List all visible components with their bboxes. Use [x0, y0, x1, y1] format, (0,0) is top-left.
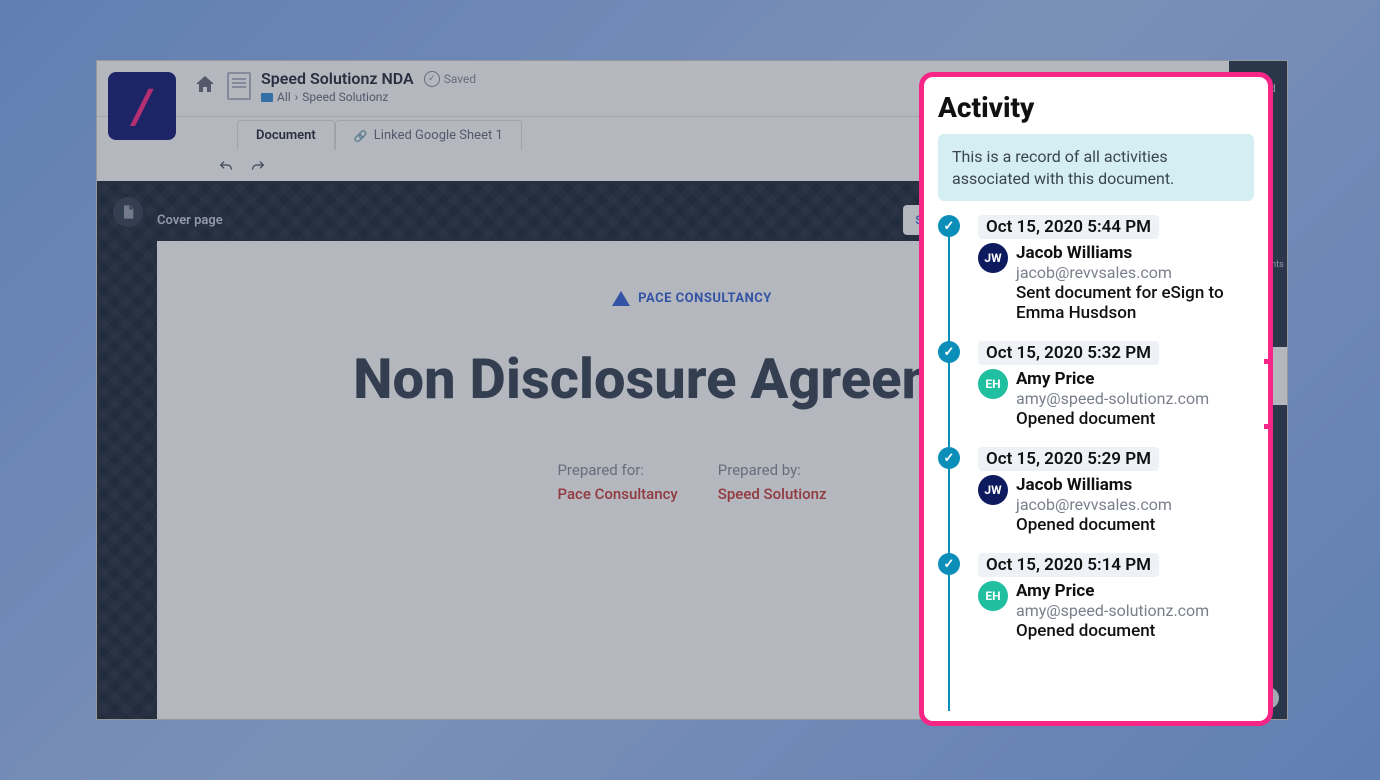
- page-list-icon[interactable]: [113, 197, 143, 227]
- avatar: JW: [978, 243, 1008, 273]
- prepared-for-label: Prepared for:: [557, 461, 677, 479]
- activity-action: Sent document for eSign to Emma Husdson: [1016, 283, 1254, 323]
- cover-page-label: Cover page: [157, 213, 223, 228]
- activity-timestamp: Oct 15, 2020 5:29 PM: [978, 447, 1159, 471]
- prepared-by-value: Speed Solutionz: [718, 485, 827, 503]
- check-icon: ✓: [938, 447, 960, 469]
- home-icon[interactable]: [193, 73, 217, 97]
- tab-linked-sheet[interactable]: Linked Google Sheet 1: [335, 120, 522, 150]
- activity-action: Opened document: [1016, 515, 1172, 535]
- document-icon: [227, 72, 251, 100]
- redo-button[interactable]: [249, 158, 267, 176]
- activity-item[interactable]: ✓ Oct 15, 2020 5:44 PM JW Jacob Williamsjac…: [938, 215, 1254, 323]
- activity-item[interactable]: ✓ Oct 15, 2020 5:14 PM EH Amy Priceamy@spee…: [938, 553, 1254, 641]
- prepared-for-value: Pace Consultancy: [557, 485, 677, 503]
- avatar: EH: [978, 369, 1008, 399]
- title-block: Speed Solutionz NDA Saved All › Speed So…: [261, 69, 476, 104]
- app-logo: /: [108, 72, 176, 140]
- activity-action: Opened document: [1016, 621, 1209, 641]
- activity-timeline: ✓Oct 15, 2020 5:44 PMJWJacob Williamsjac…: [938, 215, 1254, 711]
- activity-user-name: Jacob Williams: [1016, 243, 1254, 263]
- activity-user-name: Jacob Williams: [1016, 475, 1172, 495]
- check-icon: ✓: [938, 215, 960, 237]
- activity-title: Activity: [938, 91, 1254, 124]
- activity-user-email: jacob@revvsales.com: [1016, 263, 1254, 282]
- breadcrumb-current[interactable]: Speed Solutionz: [302, 90, 388, 104]
- saved-status: Saved: [424, 71, 476, 87]
- activity-item[interactable]: ✓ Oct 15, 2020 5:29 PM JW Jacob Williamsjac…: [938, 447, 1254, 535]
- undo-button[interactable]: [217, 158, 235, 176]
- activity-banner: This is a record of all activities assoc…: [938, 134, 1254, 201]
- activity-user-name: Amy Price: [1016, 369, 1209, 389]
- activity-user-email: amy@speed-solutionz.com: [1016, 601, 1209, 620]
- activity-user-email: jacob@revvsales.com: [1016, 495, 1172, 514]
- folder-icon: [261, 93, 273, 102]
- avatar: EH: [978, 581, 1008, 611]
- activity-timestamp: Oct 15, 2020 5:14 PM: [978, 553, 1159, 577]
- tab-document[interactable]: Document: [237, 120, 335, 150]
- activity-panel: Activity Activity This is a record of al…: [919, 72, 1273, 726]
- breadcrumb-separator: ›: [295, 90, 299, 104]
- breadcrumb-root[interactable]: All: [277, 90, 291, 104]
- document-title[interactable]: Speed Solutionz NDA: [261, 69, 414, 88]
- activity-item[interactable]: ✓ Oct 15, 2020 5:32 PM EH Amy Priceamy@spee…: [938, 341, 1254, 429]
- check-icon: ✓: [938, 341, 960, 363]
- activity-user-email: amy@speed-solutionz.com: [1016, 389, 1209, 408]
- prepared-by-label: Prepared by:: [718, 461, 827, 479]
- avatar: JW: [978, 475, 1008, 505]
- breadcrumb[interactable]: All › Speed Solutionz: [261, 90, 476, 104]
- activity-tab-bump[interactable]: Activity: [1264, 359, 1273, 429]
- tab-linked-sheet-label: Linked Google Sheet 1: [374, 128, 503, 143]
- link-icon: [354, 129, 368, 143]
- activity-timestamp: Oct 15, 2020 5:32 PM: [978, 341, 1159, 365]
- activity-user-name: Amy Price: [1016, 581, 1209, 601]
- check-icon: ✓: [938, 553, 960, 575]
- activity-action: Opened document: [1016, 409, 1209, 429]
- activity-timestamp: Oct 15, 2020 5:44 PM: [978, 215, 1159, 239]
